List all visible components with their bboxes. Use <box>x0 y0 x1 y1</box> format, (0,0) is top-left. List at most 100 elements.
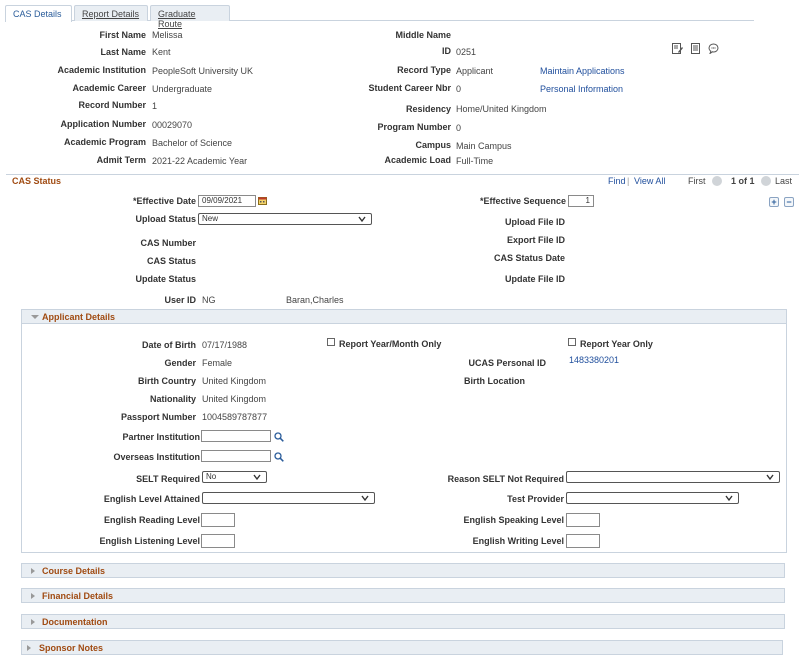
search-icon[interactable] <box>274 432 284 442</box>
admit-term-label: Admit Term <box>96 155 146 165</box>
selt-required-label: SELT Required <box>136 474 200 484</box>
financial-details-section[interactable]: Financial Details <box>21 588 785 603</box>
applicant-details-header[interactable]: Applicant Details <box>22 310 786 324</box>
reason-selt-label: Reason SELT Not Required <box>447 474 564 484</box>
effective-date-input[interactable]: 09/09/2021 <box>198 195 256 207</box>
student-career-nbr-value: 0 <box>456 84 462 94</box>
academic-load-value: Full-Time <box>456 156 494 166</box>
student-career-nbr-label: Student Career Nbr <box>368 83 451 93</box>
expand-triangle-icon <box>27 645 31 651</box>
test-provider-select[interactable] <box>566 492 739 504</box>
documentation-section[interactable]: Documentation <box>21 614 785 629</box>
record-number-label: Record Number <box>78 100 146 110</box>
find-link[interactable]: Find <box>608 176 626 186</box>
effective-sequence-input[interactable]: 1 <box>568 195 594 207</box>
record-number-value: 1 <box>152 101 158 111</box>
tab-graduate-route[interactable]: Graduate Route <box>150 5 230 29</box>
listening-level-label: English Listening Level <box>99 536 200 546</box>
upload-file-id-label: Upload File ID <box>504 217 565 227</box>
add-row-button[interactable]: + <box>769 197 779 207</box>
update-status-label: Update Status <box>135 274 196 284</box>
campus-value: Main Campus <box>456 141 512 151</box>
cas-status-date-label: CAS Status Date <box>493 253 565 263</box>
report-year-month-label: Report Year/Month Only <box>339 339 442 349</box>
partner-institution-input[interactable] <box>201 430 271 442</box>
chevron-down-icon <box>358 216 366 223</box>
sponsor-notes-section[interactable]: Sponsor Notes <box>21 640 783 655</box>
last-name-label: Last Name <box>100 47 146 57</box>
id-label: ID <box>442 46 451 56</box>
record-type-value: Applicant <box>456 66 494 76</box>
reading-level-input[interactable] <box>201 513 235 527</box>
english-level-select[interactable] <box>202 492 375 504</box>
report-year-checkbox[interactable] <box>568 338 576 346</box>
documentation-title: Documentation <box>42 617 108 627</box>
personal-information-link[interactable]: Personal Information <box>540 84 623 94</box>
career-label: Academic Career <box>72 83 146 93</box>
academic-load-label: Academic Load <box>384 155 451 165</box>
program-value: Bachelor of Science <box>152 138 233 148</box>
gender-label: Gender <box>164 358 196 368</box>
gender-value: Female <box>202 358 233 368</box>
tab-cas-details[interactable]: CAS Details <box>5 5 72 22</box>
id-value: 0251 <box>456 47 477 57</box>
overseas-institution-label: Overseas Institution <box>113 452 200 462</box>
remove-row-button[interactable]: − <box>784 197 794 207</box>
program-number-value: 0 <box>456 123 462 133</box>
writing-level-label: English Writing Level <box>472 536 564 546</box>
upload-status-label: Upload Status <box>135 214 196 224</box>
tab-report-details[interactable]: Report Details <box>74 5 148 21</box>
cas-status-section: CAS Status <box>6 174 799 188</box>
first-name-value: Melissa <box>152 30 183 40</box>
application-number-value: 00029070 <box>152 120 193 130</box>
edit-icon[interactable] <box>672 43 683 54</box>
update-file-id-label: Update File ID <box>504 274 565 284</box>
application-number-label: Application Number <box>60 119 146 129</box>
reason-selt-select[interactable] <box>566 471 780 483</box>
chevron-down-icon <box>725 495 733 502</box>
career-value: Undergraduate <box>152 84 213 94</box>
export-file-id-label: Export File ID <box>506 235 565 245</box>
selt-required-value: No <box>206 472 217 481</box>
comment-icon[interactable] <box>708 43 719 54</box>
search-icon[interactable] <box>274 452 284 462</box>
upload-status-select[interactable]: New <box>198 213 372 225</box>
course-details-title: Course Details <box>42 566 106 576</box>
record-type-label: Record Type <box>397 65 451 75</box>
maintain-applications-link[interactable]: Maintain Applications <box>540 66 625 76</box>
view-all-link[interactable]: View All <box>634 176 665 186</box>
applicant-details-title: Applicant Details <box>42 312 116 322</box>
notes-icon[interactable] <box>690 43 701 54</box>
collapse-triangle-icon <box>31 315 39 319</box>
previous-icon[interactable] <box>712 176 722 186</box>
program-label: Academic Program <box>63 137 146 147</box>
expand-triangle-icon <box>31 593 35 599</box>
speaking-level-input[interactable] <box>566 513 600 527</box>
course-details-section[interactable]: Course Details <box>21 563 785 578</box>
admit-term-value: 2021-22 Academic Year <box>152 156 248 166</box>
birth-country-label: Birth Country <box>138 376 196 386</box>
dob-value: 07/17/1988 <box>202 340 248 350</box>
effective-sequence-label: *Effective Sequence <box>479 196 566 206</box>
dob-label: Date of Birth <box>142 340 196 350</box>
report-year-month-checkbox[interactable] <box>327 338 335 346</box>
birth-location-label: Birth Location <box>464 376 525 386</box>
test-provider-label: Test Provider <box>507 494 564 504</box>
nationality-value: United Kingdom <box>202 394 267 404</box>
selt-required-select[interactable]: No <box>202 471 267 483</box>
speaking-level-label: English Speaking Level <box>463 515 564 525</box>
ucas-id-link[interactable]: 1483380201 <box>569 355 619 365</box>
passport-value: 1004589787877 <box>202 412 268 422</box>
user-id-value: NG <box>202 295 216 305</box>
english-level-label: English Level Attained <box>103 494 200 504</box>
next-icon[interactable] <box>761 176 771 186</box>
residency-value: Home/United Kingdom <box>456 104 547 114</box>
last-name-value: Kent <box>152 47 171 57</box>
user-id-label: User ID <box>164 295 196 305</box>
middle-name-label: Middle Name <box>395 30 451 40</box>
writing-level-input[interactable] <box>566 534 600 548</box>
tab-bar: CAS Details Report Details Graduate Rout… <box>5 5 754 29</box>
calendar-icon[interactable] <box>258 196 267 205</box>
listening-level-input[interactable] <box>201 534 235 548</box>
overseas-institution-input[interactable] <box>201 450 271 462</box>
